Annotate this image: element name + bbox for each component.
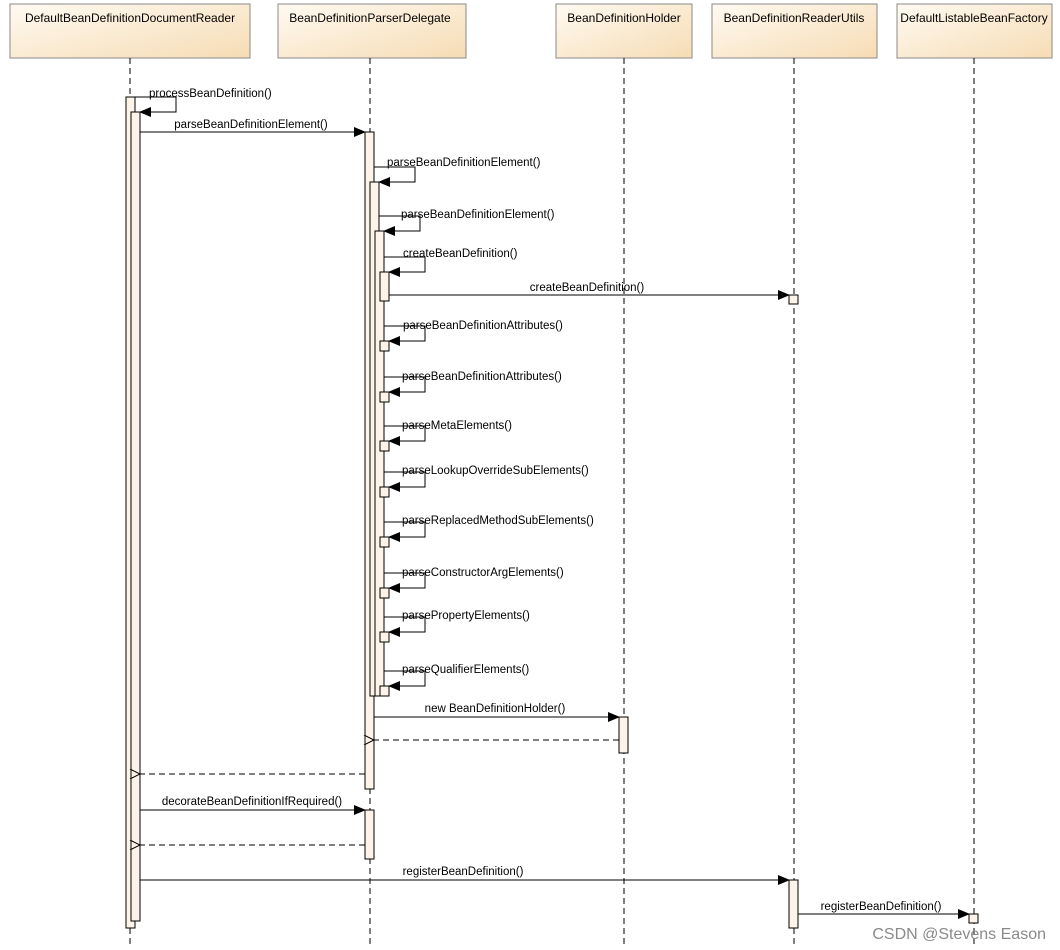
sequence-diagram: DefaultBeanDefinitionDocumentReader Bean… — [9, 3, 1053, 946]
message-label: processBeanDefinition() — [149, 88, 272, 100]
message-label: parseConstructorArgElements() — [402, 567, 564, 579]
participant-header: DefaultListableBeanFactory — [896, 3, 1053, 59]
message-label: parseBeanDefinitionAttributes() — [403, 320, 563, 332]
activation-bar — [130, 111, 141, 922]
message-label: parseBeanDefinitionElement() — [401, 209, 555, 221]
activation-bar — [379, 391, 390, 403]
participant-label: BeanDefinitionHolder — [567, 11, 680, 25]
activation-bar — [379, 440, 390, 452]
activation-bar — [968, 913, 979, 924]
participant-label: BeanDefinitionParserDelegate — [289, 11, 451, 25]
activation-bar — [379, 587, 390, 599]
watermark: CSDN @Stevens Eason — [872, 926, 1046, 943]
message-label: parseLookupOverrideSubElements() — [402, 465, 589, 477]
activation-bar — [379, 340, 390, 352]
message-label: parseQualifierElements() — [402, 664, 529, 676]
activation-bar — [379, 486, 390, 498]
activation-bar — [379, 271, 390, 302]
message-label: parseBeanDefinitionElement() — [174, 119, 328, 131]
message-label: parseMetaElements() — [402, 420, 512, 432]
message-label: parseBeanDefinitionElement() — [387, 157, 541, 169]
message-label: registerBeanDefinition() — [403, 866, 524, 878]
participant-label: DefaultListableBeanFactory — [900, 11, 1047, 25]
message-label: parsePropertyElements() — [402, 610, 530, 622]
participant-label: BeanDefinitionReaderUtils — [724, 11, 865, 25]
self-message-arrow — [374, 166, 416, 187]
activation-bar — [788, 879, 799, 929]
activation-bar — [364, 809, 375, 860]
message-label: decorateBeanDefinitionIfRequired() — [162, 796, 342, 808]
activation-bar — [618, 716, 629, 754]
message-label: registerBeanDefinition() — [821, 901, 942, 913]
activation-bar — [788, 294, 799, 305]
activation-bar — [379, 685, 390, 697]
participant-header: BeanDefinitionHolder — [555, 3, 693, 59]
message-label: parseBeanDefinitionAttributes() — [402, 371, 562, 383]
message-label: parseReplacedMethodSubElements() — [402, 515, 594, 527]
participant-header: DefaultBeanDefinitionDocumentReader — [9, 3, 251, 59]
participant-header: BeanDefinitionReaderUtils — [711, 3, 878, 59]
activation-bar — [379, 536, 390, 548]
message-label: createBeanDefinition() — [403, 248, 518, 260]
message-label: new BeanDefinitionHolder() — [425, 703, 566, 715]
participant-label: DefaultBeanDefinitionDocumentReader — [25, 11, 235, 25]
participant-header: BeanDefinitionParserDelegate — [277, 3, 467, 59]
activation-bar — [379, 631, 390, 643]
message-label: createBeanDefinition() — [530, 282, 645, 294]
